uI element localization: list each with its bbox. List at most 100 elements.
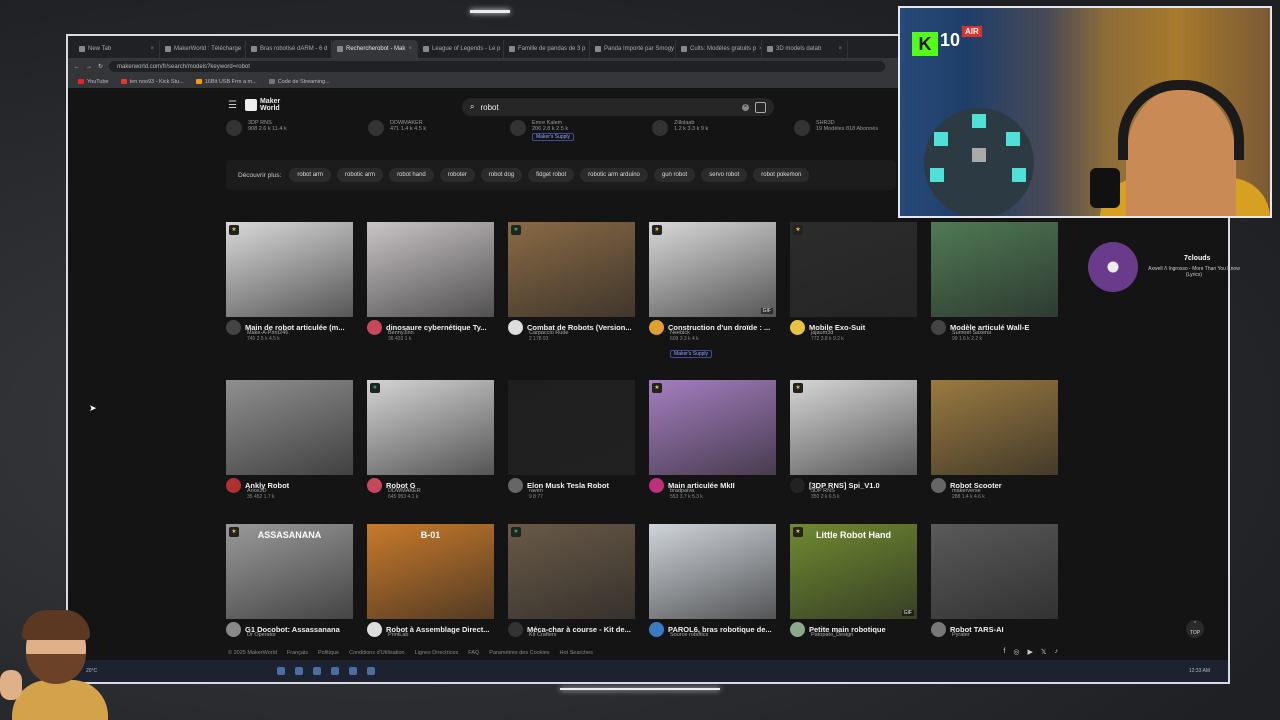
model-thumbnail[interactable]: ★	[367, 380, 494, 475]
discover-chip[interactable]: robotic arm	[337, 168, 384, 182]
bookmark[interactable]: ten noo93 - Kick Stu...	[120, 79, 184, 85]
author-avatar[interactable]	[367, 622, 382, 637]
language-select[interactable]: Français	[287, 650, 308, 656]
browser-tab[interactable]: Bras robotisé dARM - 6 d×	[246, 40, 332, 58]
app-icon[interactable]	[331, 667, 340, 675]
model-card[interactable]: Ankly Robot Ariox3D 35 452 1.7 k	[226, 380, 353, 500]
model-thumbnail[interactable]: ★ GIF	[649, 222, 776, 317]
author-avatar[interactable]	[790, 622, 805, 637]
app-icon[interactable]	[313, 667, 322, 675]
model-card[interactable]: ★ GIF Little Robot Hand Petite main robotiq…	[790, 524, 917, 638]
top-result[interactable]: Zillolaab 1.2 k 3.3 k 9 k	[652, 120, 772, 150]
discover-chip[interactable]: fidget robot	[528, 168, 575, 182]
author-avatar[interactable]	[226, 320, 241, 335]
browser-tab[interactable]: MakerWorld : Télécharge×	[160, 40, 246, 58]
browser-tab[interactable]: League of Legends - Le p×	[418, 40, 504, 58]
browser-tab[interactable]: Rechercherobot - Mak ×	[332, 40, 418, 58]
model-card[interactable]: Robot TARS-AI Pyrater	[931, 524, 1058, 638]
discover-chip[interactable]: servo robot	[701, 168, 748, 182]
model-thumbnail[interactable]: ★ ASSASANANA	[226, 524, 353, 619]
start-icon[interactable]	[277, 667, 286, 675]
model-card[interactable]: Modèle articulé Wall-E Sumeet Saxena 99 1.…	[931, 222, 1058, 342]
search-icon[interactable]	[295, 667, 304, 675]
model-card[interactable]: ★ Combat de Robots (Version... Carpaccio R…	[508, 222, 635, 342]
author-avatar[interactable]	[508, 622, 523, 637]
author-avatar[interactable]	[226, 478, 241, 493]
app-icon[interactable]	[349, 667, 358, 675]
footer-link[interactable]: Conditions d'Utilisation	[349, 650, 404, 656]
model-thumbnail[interactable]	[226, 380, 353, 475]
model-thumbnail[interactable]: ★	[649, 380, 776, 475]
close-icon[interactable]: ×	[838, 46, 842, 52]
bookmark[interactable]: 16Bit USB Frm a m...	[195, 79, 257, 85]
address-bar[interactable]: makerworld.com/fr/search/models?keyword=…	[109, 61, 886, 72]
model-thumbnail[interactable]	[931, 524, 1058, 619]
model-thumbnail[interactable]	[649, 524, 776, 619]
model-card[interactable]: ★ [3DP RNS] Spi_V1.0 3DP RNS 350 2 k 6.5 k	[790, 380, 917, 500]
author-avatar[interactable]	[649, 478, 664, 493]
model-thumbnail[interactable]	[931, 380, 1058, 475]
browser-tab[interactable]: Famille de pandas de 3 p×	[504, 40, 590, 58]
discover-chip[interactable]: gun robot	[653, 168, 696, 182]
top-result[interactable]: SHR3D 19 Modèles 818 Abonnés	[794, 120, 914, 150]
browser-tab[interactable]: Cults: Modèles gratuits p×	[676, 40, 762, 58]
tiktok-icon[interactable]: ♪	[1055, 648, 1059, 656]
discover-chip[interactable]: robot hand	[389, 168, 434, 182]
author-avatar[interactable]	[508, 478, 523, 493]
model-thumbnail[interactable]: ★	[508, 222, 635, 317]
author-avatar[interactable]	[790, 478, 805, 493]
author-avatar[interactable]	[508, 320, 523, 335]
instagram-icon[interactable]: ◎	[1013, 648, 1019, 656]
discover-chip[interactable]: robot pokemon	[753, 168, 810, 182]
model-thumbnail[interactable]	[508, 380, 635, 475]
model-thumbnail[interactable]: ★	[226, 222, 353, 317]
model-thumbnail[interactable]: ★	[508, 524, 635, 619]
footer-link[interactable]: Lignes Directrices	[415, 650, 459, 656]
author-avatar[interactable]	[931, 320, 946, 335]
model-card[interactable]: ★ Mobile Exo-Suit jajaum3d 772 3.8 k 9.2 k	[790, 222, 917, 342]
model-thumbnail[interactable]	[931, 222, 1058, 317]
menu-icon[interactable]: ☰	[228, 100, 237, 111]
model-thumbnail[interactable]: ★ GIF Little Robot Hand	[790, 524, 917, 619]
top-result[interactable]: 3DP RNS 908 2.6 k 11.4 k	[226, 120, 346, 150]
forward-icon[interactable]: →	[86, 64, 92, 70]
model-card[interactable]: Robot Scooter makerverse 288 1.4 k 4.6 k	[931, 380, 1058, 500]
model-card[interactable]: PAROL6, bras robotique de... Source robot…	[649, 524, 776, 638]
model-card[interactable]: ★ Robot G DDWMAKER 645 953 4.1 k	[367, 380, 494, 500]
model-thumbnail[interactable]	[367, 222, 494, 317]
discover-chip[interactable]: roboter	[439, 168, 475, 182]
facebook-icon[interactable]: f	[1003, 648, 1005, 656]
search-input[interactable]: ⌕ robot ×	[462, 98, 774, 116]
reload-icon[interactable]: ↻	[98, 63, 103, 70]
top-result[interactable]: Emre Kalem 206 2.8 k 2.5 k Maker's Supply	[510, 120, 630, 150]
browser-tab[interactable]: 3D models datab ×	[762, 40, 848, 58]
author-avatar[interactable]	[931, 478, 946, 493]
model-card[interactable]: B-01 Robot à Assemblage Direct... PrintLab	[367, 524, 494, 638]
model-card[interactable]: ★ ASSASANANA G1 Docobot: Assassanana Dr Ope…	[226, 524, 353, 638]
app-icon[interactable]	[367, 667, 376, 675]
back-icon[interactable]: ←	[74, 64, 80, 70]
bookmark[interactable]: YouTube	[78, 79, 109, 85]
model-card[interactable]: ★ Méca-char à course - Kit de... Kit Craft…	[508, 524, 635, 638]
makerworld-logo[interactable]: Maker World	[244, 98, 290, 112]
model-card[interactable]: dinosaure cybernétique Ty... BennyJinn 36 …	[367, 222, 494, 342]
browser-tab[interactable]: New Tab ×	[74, 40, 160, 58]
author-avatar[interactable]	[790, 320, 805, 335]
discover-chip[interactable]: robot dog	[480, 168, 523, 182]
footer-link[interactable]: FAQ	[468, 650, 479, 656]
author-avatar[interactable]	[649, 622, 664, 637]
model-card[interactable]: ★ Main de robot articulée (m... Make-A-Pri…	[226, 222, 353, 342]
model-card[interactable]: ★ GIF Construction d'un droïde : ... Neebic…	[649, 222, 776, 360]
top-result[interactable]: DDWMAKER 471 1.4 k 4.5 k	[368, 120, 488, 150]
back-to-top-button[interactable]: ⌃ TOP	[1186, 620, 1204, 638]
author-avatar[interactable]	[649, 320, 664, 335]
close-icon[interactable]: ×	[408, 46, 412, 52]
author-avatar[interactable]	[226, 622, 241, 637]
model-thumbnail[interactable]: ★	[790, 380, 917, 475]
image-search-icon[interactable]	[755, 101, 766, 113]
discover-chip[interactable]: robotic arm arduino	[580, 168, 648, 182]
model-card[interactable]: Elon Musk Tesla Robot raven 9 8 77	[508, 380, 635, 500]
author-avatar[interactable]	[367, 478, 382, 493]
bookmark[interactable]: Code de Streaming...	[268, 79, 330, 85]
browser-tab[interactable]: Panda Importé par Smogy×	[590, 40, 676, 58]
